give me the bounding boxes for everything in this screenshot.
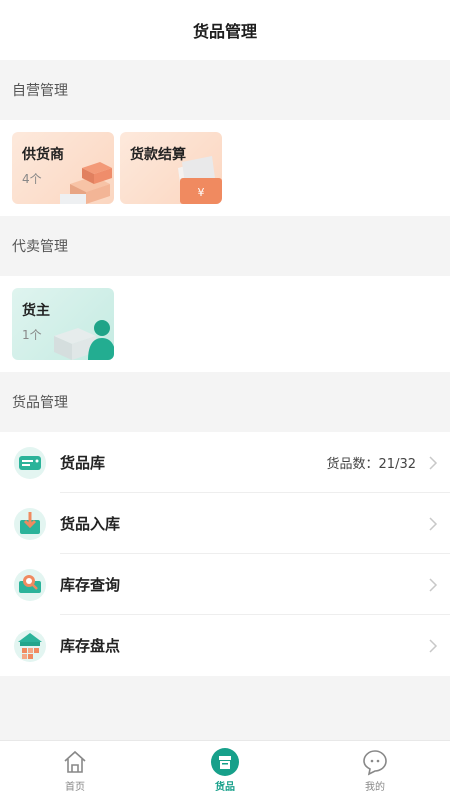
goods-count: 货品数：21/32 <box>326 457 416 472</box>
stock-check-icon <box>14 629 46 662</box>
owner-card-count: 1个 <box>22 328 42 342</box>
stock-query-icon <box>14 568 46 601</box>
goods-inbound-icon <box>14 507 46 540</box>
stock-query-label: 库存查询 <box>60 576 121 594</box>
goods-inbound-label: 货品入库 <box>60 515 121 533</box>
goods-library-label: 货品库 <box>60 454 106 472</box>
tab-home[interactable]: 首页 <box>0 741 150 800</box>
tab-goods-label: 货品 <box>215 782 235 793</box>
owner-card-title: 货主 <box>22 303 50 319</box>
page-header: 货品管理 <box>0 0 450 60</box>
tab-goods[interactable]: 货品 <box>150 741 300 800</box>
tab-home-label: 首页 <box>65 782 85 793</box>
chevron-right-icon <box>429 455 438 470</box>
section-title-goods: 货品管理 <box>12 395 68 411</box>
stock-check-row[interactable]: 库存盘点 <box>0 615 450 676</box>
goods-library-icon <box>14 446 46 479</box>
goods-inbound-row[interactable]: 货品入库 <box>0 493 450 554</box>
home-icon <box>64 750 86 773</box>
chevron-right-icon <box>429 577 438 592</box>
stock-query-row[interactable]: 库存查询 <box>0 554 450 615</box>
self-cards: 供货商 4个 货款结算 ¥ <box>0 120 450 216</box>
stock-check-label: 库存盘点 <box>60 637 121 655</box>
consign-cards: 货主 1个 <box>0 276 450 372</box>
payment-settlement-card-title: 货款结算 <box>130 147 186 163</box>
page-title: 货品管理 <box>192 22 257 41</box>
tab-mine[interactable]: 我的 <box>300 741 450 800</box>
section-title-consign: 代卖管理 <box>12 239 68 255</box>
owner-card[interactable]: 货主 1个 <box>12 288 114 360</box>
bottom-tab-bar: 首页 货品 我的 <box>0 740 450 800</box>
payment-settlement-card[interactable]: 货款结算 ¥ <box>120 132 222 204</box>
chevron-right-icon <box>429 516 438 531</box>
goods-icon <box>211 748 239 776</box>
svg-text:¥: ¥ <box>198 186 205 199</box>
chevron-right-icon <box>429 638 438 653</box>
goods-library-row[interactable]: 货品库 货品数：21/32 <box>0 432 450 493</box>
supplier-card-title: 供货商 <box>22 147 64 163</box>
goods-menu-list: 货品库 货品数：21/32 货品入库 库存查询 库存盘点 <box>0 432 450 676</box>
supplier-card-count: 4个 <box>22 172 42 186</box>
supplier-card[interactable]: 供货商 4个 <box>12 132 114 204</box>
chat-icon <box>363 750 387 776</box>
tab-mine-label: 我的 <box>365 782 385 793</box>
section-title-self: 自营管理 <box>12 83 68 99</box>
